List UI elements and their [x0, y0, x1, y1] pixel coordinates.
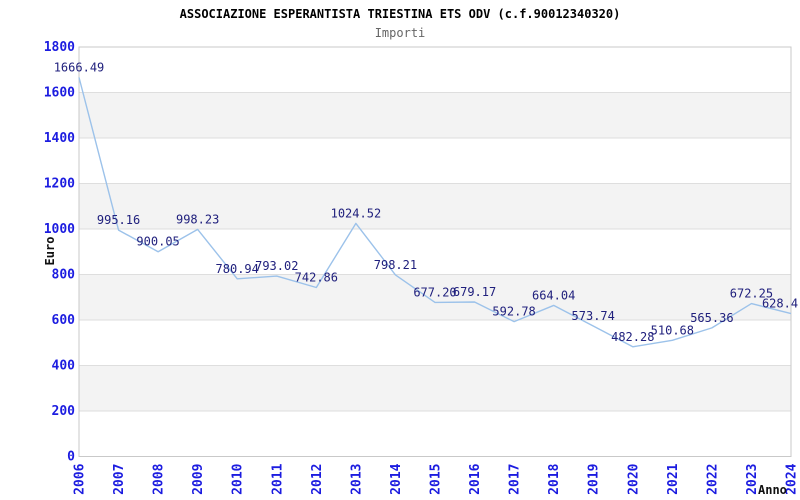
y-tick-label: 200 — [52, 404, 76, 419]
y-tick-label: 0 — [67, 450, 75, 465]
point-label: 664.04 — [532, 288, 575, 302]
point-label: 510.68 — [651, 323, 694, 337]
x-tick-label: 2015 — [429, 464, 444, 495]
x-tick-label: 2008 — [152, 463, 167, 494]
point-label: 592.78 — [492, 305, 535, 319]
point-label: 482.28 — [611, 330, 654, 344]
point-label: 677.20 — [413, 285, 456, 299]
point-label: 998.23 — [176, 212, 219, 226]
point-label: 780.94 — [216, 262, 259, 276]
y-tick-label: 1800 — [44, 40, 75, 55]
point-label: 793.02 — [255, 259, 298, 273]
plot-bands — [79, 92, 791, 411]
point-label: 628.4 — [762, 297, 798, 311]
plot-band — [79, 365, 791, 411]
plot-band — [79, 92, 791, 138]
x-tick-label: 2012 — [310, 464, 325, 495]
y-tick-label: 1000 — [44, 222, 75, 237]
point-label: 900.05 — [136, 235, 179, 249]
y-tick-label: 800 — [52, 268, 76, 283]
gridlines — [79, 92, 791, 412]
point-label: 679.17 — [453, 285, 496, 299]
x-tick-label: 2011 — [270, 463, 285, 494]
y-tick-label: 1600 — [44, 86, 75, 101]
point-label: 798.21 — [374, 258, 417, 272]
x-axis-ticks: 2006 2007 2008 2009 2010 2011 2012 2013 2014 2015… — [73, 463, 800, 494]
x-tick-label: 2013 — [349, 464, 364, 495]
x-tick-label: 2021 — [666, 463, 681, 494]
x-axis-title: Anno — [758, 483, 787, 497]
point-label: 1666.49 — [54, 60, 105, 74]
point-label: 742.86 — [295, 270, 338, 284]
point-label: 995.16 — [97, 213, 140, 227]
y-axis-ticks: 0 200 400 600 800 1000 1200 1400 1600 1800 — [44, 40, 75, 465]
y-tick-label: 1200 — [44, 177, 75, 192]
x-tick-label: 2007 — [112, 464, 127, 495]
y-tick-label: 400 — [52, 359, 76, 374]
x-tick-label: 2014 — [389, 463, 404, 494]
x-tick-label: 2022 — [705, 464, 720, 495]
point-label: 565.36 — [690, 311, 733, 325]
point-label: 1024.52 — [331, 206, 382, 220]
x-tick-label: 2020 — [626, 463, 641, 494]
point-label: 573.74 — [572, 309, 615, 323]
x-tick-label: 2016 — [468, 463, 483, 494]
y-tick-label: 600 — [52, 313, 76, 328]
x-tick-label: 2009 — [191, 464, 206, 495]
chart-window: ASSOCIAZIONE ESPERANTISTA TRIESTINA ETS … — [0, 0, 800, 500]
x-tick-label: 2019 — [587, 464, 602, 495]
line-chart-plot: 0200400600800100012001400160018002006 200… — [44, 40, 800, 495]
x-tick-label: 2017 — [508, 464, 523, 495]
x-tick-label: 2018 — [547, 463, 562, 494]
x-tick-label: 2010 — [231, 463, 246, 494]
y-tick-label: 1400 — [44, 131, 75, 146]
x-tick-label: 2006 — [73, 463, 88, 494]
